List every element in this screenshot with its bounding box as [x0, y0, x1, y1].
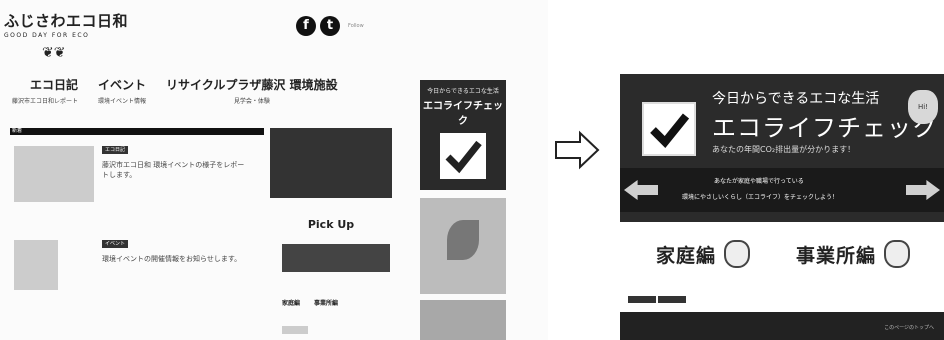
post-text: 藤沢市エコ日和 環境イベントの様子をレポートします。 [102, 161, 245, 179]
mascot-home-icon [724, 240, 751, 268]
nav-sublabel: 環境イベント情報 [98, 98, 147, 105]
arrow-left-icon [624, 180, 658, 200]
pickup-categories: 家庭編 事業所編 [282, 298, 338, 307]
sidebar-leaf-banner[interactable] [420, 198, 506, 294]
leaf-logo-icon: ❦❦ [42, 45, 66, 61]
post-tag: エコ日記 [102, 146, 128, 154]
site-tagline: GOOD DAY FOR ECO [4, 32, 90, 39]
tag-chip[interactable] [628, 296, 656, 303]
banner-note: あなたの年間CO₂排出量が分かります！ [712, 145, 856, 154]
checkmark-icon [440, 133, 486, 179]
news-header-bar: 新着 [10, 128, 264, 135]
nav-item-eco-diary[interactable]: エコ日記 藤沢市エコ日和レポート [12, 76, 78, 105]
news-header-label: 新着 [12, 128, 23, 134]
nav-sublabel: 藤沢市エコ日和レポート [12, 98, 79, 105]
checkmark-icon [642, 102, 696, 156]
pickup-title: Pick Up [307, 218, 355, 231]
list-item[interactable]: イベント 環境イベントの開催情報をお知らせします。 [14, 240, 264, 310]
sidebar-banner-3[interactable] [420, 300, 506, 340]
strip-line-1: あなたが家庭や職場で行っている [714, 178, 804, 185]
nav-sublabel: 見学会・体験 [233, 98, 270, 105]
post-tag: イベント [102, 240, 128, 248]
main-nav: エコ日記 藤沢市エコ日和レポート イベント 環境イベント情報 リサイクルプラザ藤… [12, 76, 338, 105]
post-thumbnail [14, 146, 94, 202]
category-office[interactable]: 事業所編 [796, 240, 911, 268]
nav-item-recycle-plaza[interactable]: リサイクルプラザ藤沢 環境施設 見学会・体験 [166, 76, 338, 105]
mascot-office-icon [884, 240, 911, 268]
arrow-right-icon [906, 180, 940, 200]
banner-title: エコライフチェック [712, 114, 937, 142]
website-screenshot: ふじさわエコ日和 GOOD DAY FOR ECO ❦❦ f t Follow … [0, 0, 548, 340]
site-logo[interactable]: ふじさわエコ日和 GOOD DAY FOR ECO ❦❦ [4, 10, 129, 61]
sidebar-banner-title: エコライフチェック [423, 101, 503, 127]
back-to-top-link[interactable]: このページのトップへ [884, 324, 934, 331]
arrow-right-icon [555, 130, 600, 170]
category-office-label: 事業所編 [796, 244, 877, 267]
category-home-label: 家庭編 [656, 244, 717, 267]
post-thumbnail [14, 240, 58, 290]
social-label: Follow [348, 23, 364, 29]
nav-label: イベント [98, 78, 147, 92]
footer-bar: このページのトップへ [620, 312, 944, 340]
nav-item-event[interactable]: イベント 環境イベント情報 [98, 76, 146, 105]
facebook-icon[interactable]: f [296, 16, 316, 36]
post-tag [282, 326, 308, 334]
pickup-home-link[interactable]: 家庭編 [282, 298, 300, 307]
tag-row [628, 296, 686, 303]
social-links: f t Follow [296, 16, 364, 36]
zoomed-ecolife-banner: 今日からできるエコな生活 エコライフチェック あなたの年間CO₂排出量が分かりま… [620, 52, 944, 340]
leaf-icon [447, 220, 479, 260]
pickup-banner[interactable] [282, 244, 390, 272]
site-title: ふじさわエコ日和 [4, 12, 129, 30]
strip-line-2: 環境にやさしいくらし（エコライフ）をチェックしよう！ [682, 194, 839, 201]
tag-chip[interactable] [658, 296, 686, 303]
twitter-icon[interactable]: t [320, 16, 340, 36]
nav-label: エコ日記 [30, 78, 79, 92]
banner-strip: あなたが家庭や職場で行っている 環境にやさしいくらし（エコライフ）をチェックしよ… [620, 168, 944, 212]
banner-subtitle: 今日からできるエコな生活 [712, 91, 880, 107]
list-item[interactable]: エコ日記 藤沢市エコ日和 環境イベントの様子をレポートします。 [14, 146, 264, 216]
event-banner[interactable] [270, 128, 392, 198]
ecolife-check-banner[interactable]: 今日からできるエコな生活 エコライフチェック あなたの年間CO₂排出量が分かりま… [620, 74, 944, 222]
sidebar-banner-head: 今日からできるエコな生活 [427, 88, 499, 95]
mascot-icon: Hi! [908, 90, 938, 124]
nav-label: リサイクルプラザ藤沢 環境施設 [166, 78, 338, 92]
pickup-office-link[interactable]: 事業所編 [314, 298, 338, 307]
sidebar-ecolife-banner[interactable]: 今日からできるエコな生活 エコライフチェック [420, 80, 506, 190]
category-home[interactable]: 家庭編 [656, 240, 751, 268]
post-text: 環境イベントの開催情報をお知らせします。 [102, 255, 242, 263]
